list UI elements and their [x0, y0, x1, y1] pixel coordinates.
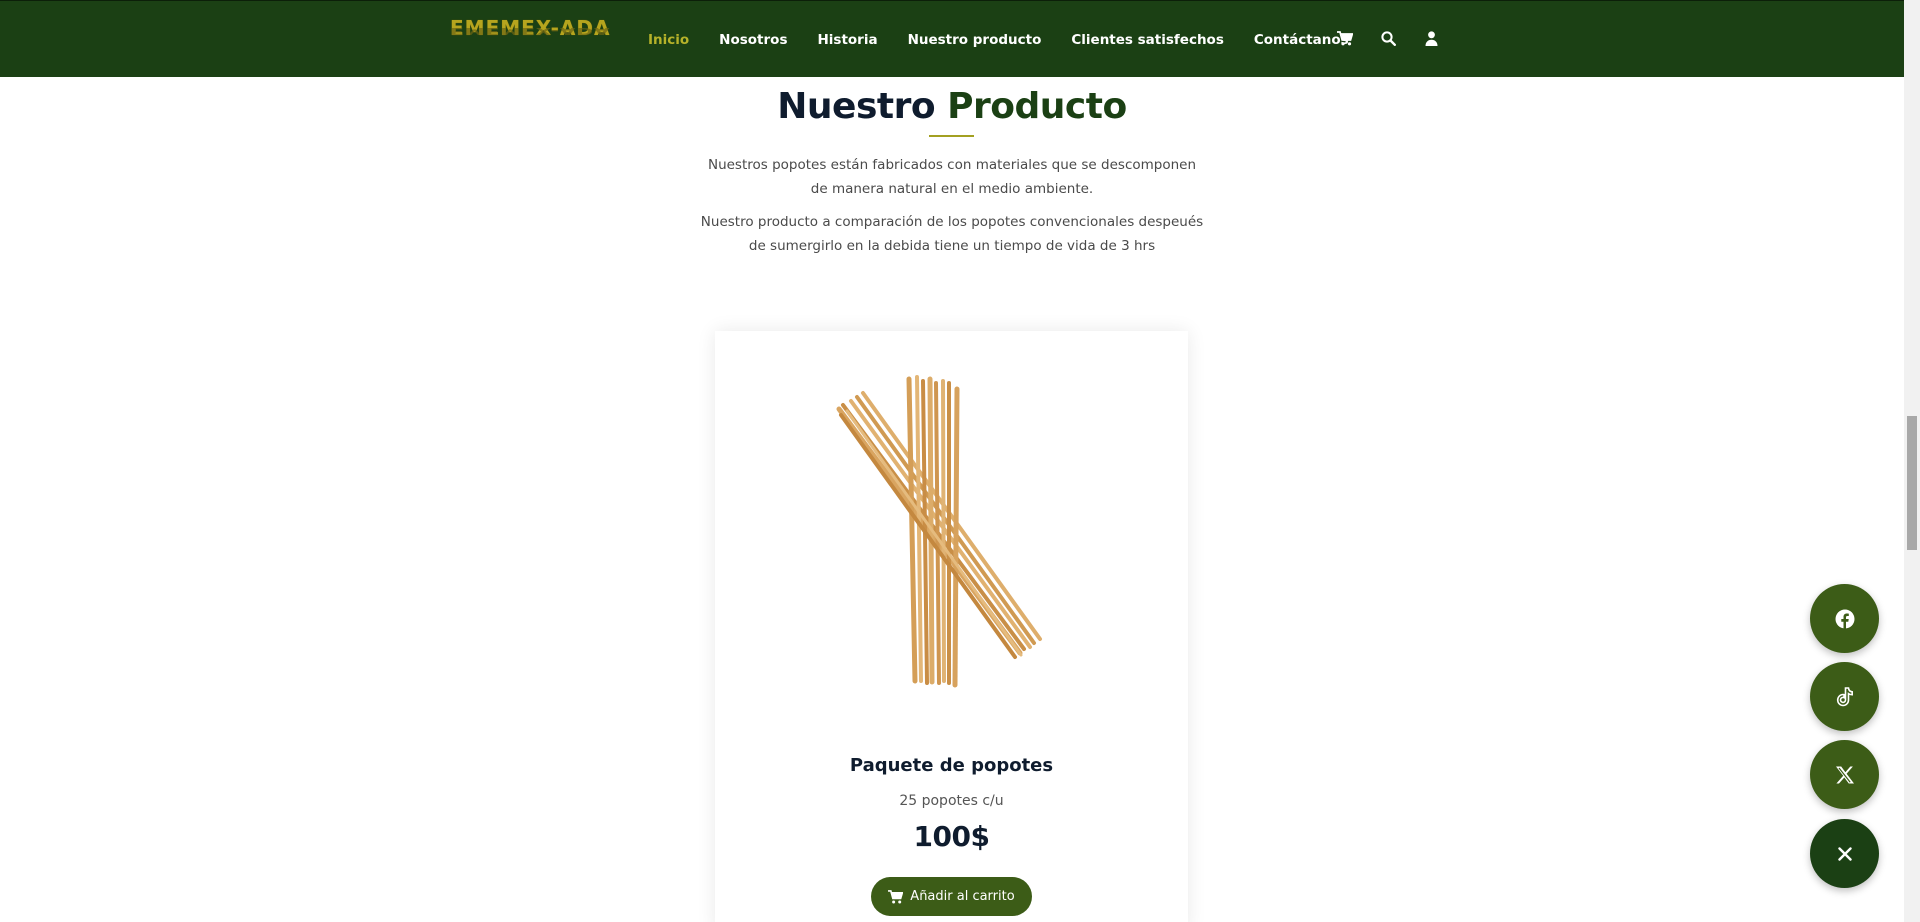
section-description-1: Nuestros popotes están fabricados con ma… — [707, 157, 1197, 197]
cart-icon[interactable] — [1336, 29, 1354, 47]
add-to-cart-button[interactable]: Añadir al carrito — [871, 877, 1032, 916]
title-main: Nuestro — [777, 86, 936, 127]
product-description: 25 popotes c/u — [899, 793, 1004, 809]
cart-icon — [888, 889, 904, 903]
main-nav: Inicio Nosotros Historia Nuestro product… — [648, 1, 1379, 78]
title-underline — [929, 135, 974, 137]
nav-inicio[interactable]: Inicio — [648, 32, 689, 48]
search-icon[interactable] — [1379, 29, 1397, 47]
nav-nuestro-producto[interactable]: Nuestro producto — [908, 32, 1042, 48]
scrollbar-thumb[interactable] — [1907, 416, 1917, 550]
product-price: 100$ — [913, 820, 990, 853]
logo[interactable]: EMEMEX-ADA EMEMEX-ADA — [450, 17, 610, 47]
tiktok-button[interactable] — [1810, 662, 1879, 731]
scrollbar[interactable] — [1904, 0, 1920, 922]
product-card: Paquete de popotes 25 popotes c/u 100$ A… — [715, 331, 1188, 922]
title-accent: Producto — [947, 86, 1127, 127]
user-icon[interactable] — [1422, 29, 1440, 47]
section-title: Nuestro Producto — [0, 86, 1904, 127]
nav-historia[interactable]: Historia — [817, 32, 877, 48]
tiktok-icon — [1836, 686, 1853, 706]
section-description-2: Nuestro producto a comparación de los po… — [700, 214, 1204, 254]
nav-contactanos[interactable]: Contáctanos — [1254, 32, 1349, 48]
nav-icons — [1336, 29, 1465, 47]
x-icon — [1835, 766, 1854, 783]
page: EMEMEX-ADA EMEMEX-ADA Inicio Nosotros Hi… — [0, 0, 1920, 922]
close-icon — [1837, 846, 1852, 861]
nav-nosotros[interactable]: Nosotros — [719, 32, 787, 48]
add-to-cart-label: Añadir al carrito — [910, 889, 1015, 904]
nav-clientes-satisfechos[interactable]: Clientes satisfechos — [1071, 32, 1224, 48]
product-name: Paquete de popotes — [849, 755, 1054, 776]
close-social-button[interactable] — [1810, 819, 1879, 888]
logo-reflection: EMEMEX-ADA — [450, 25, 611, 38]
product-image[interactable] — [835, 371, 1055, 691]
facebook-icon — [1835, 609, 1854, 628]
x-button[interactable] — [1810, 740, 1879, 809]
facebook-button[interactable] — [1810, 584, 1879, 653]
navbar: EMEMEX-ADA EMEMEX-ADA Inicio Nosotros Hi… — [0, 0, 1904, 77]
